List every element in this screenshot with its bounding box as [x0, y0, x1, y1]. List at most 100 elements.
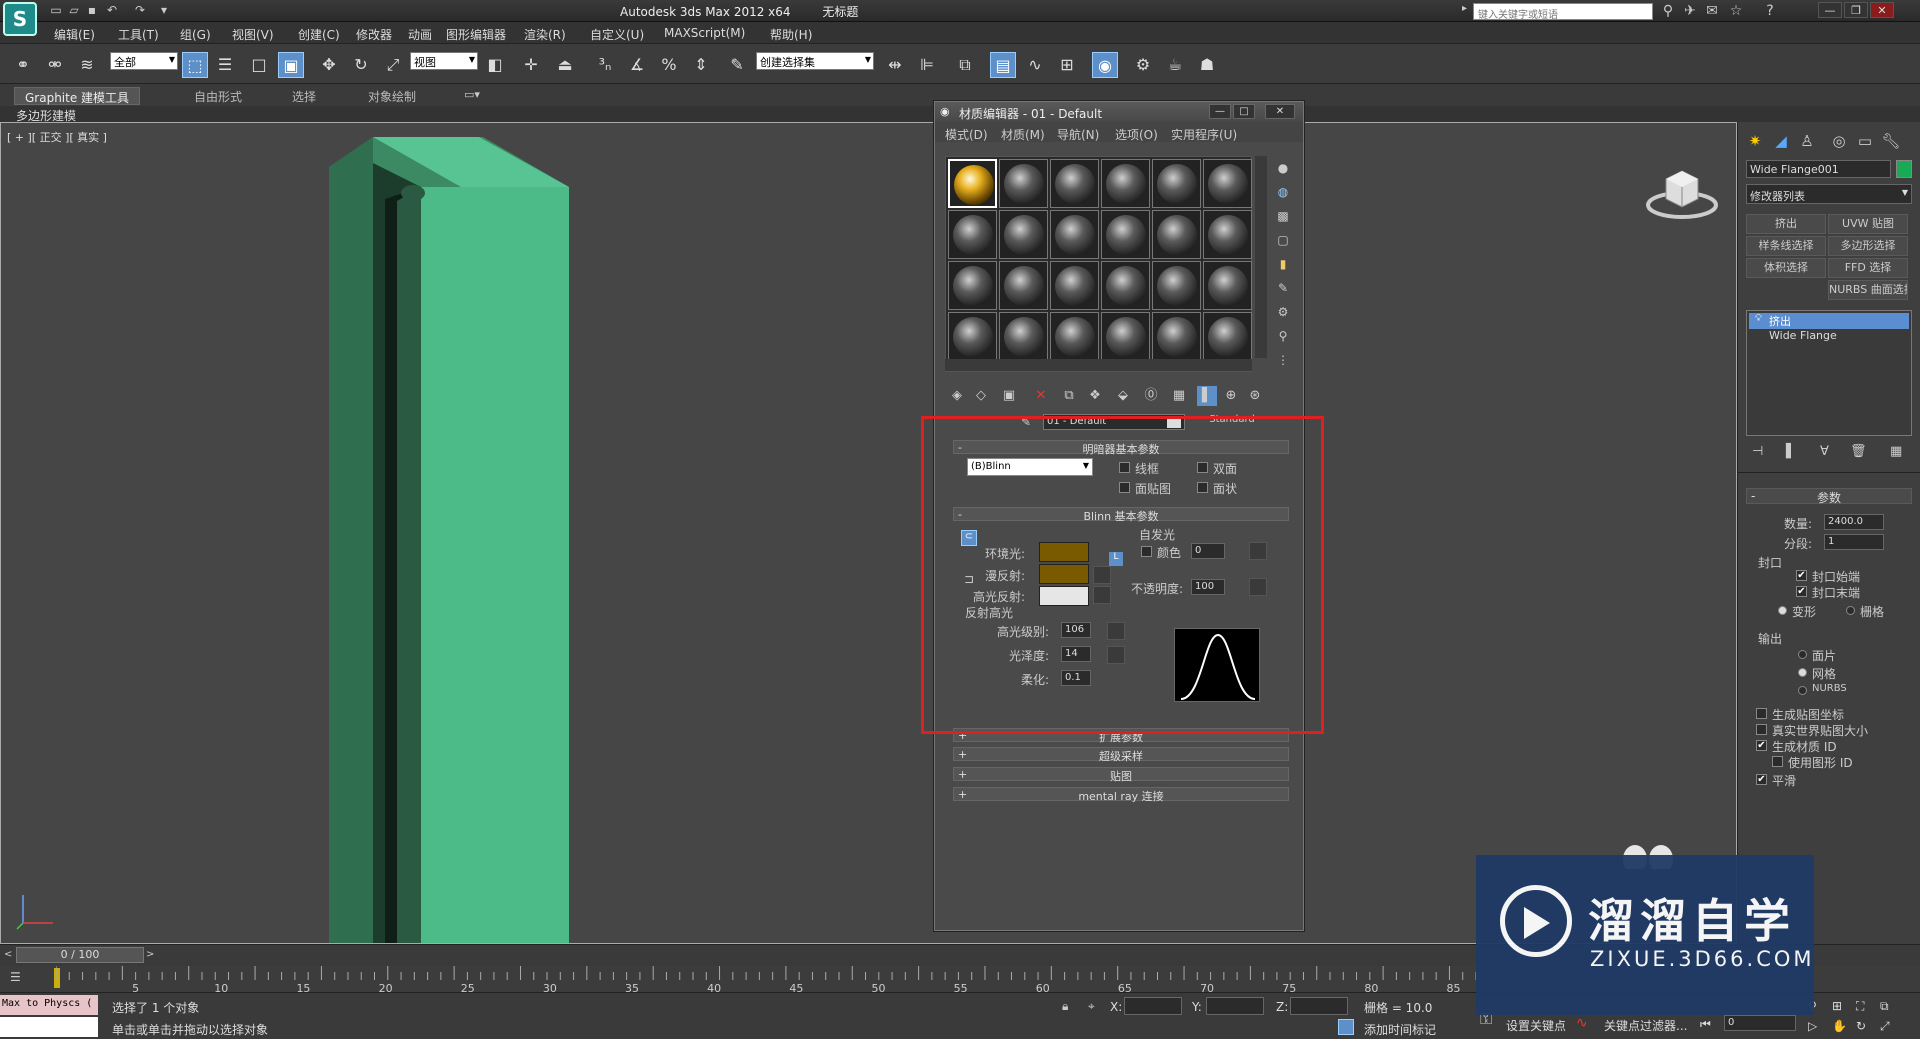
schematic-view-icon[interactable]: ⊞ [1054, 52, 1080, 78]
utilities-tab-icon[interactable]: 🔧︎ [1880, 130, 1902, 152]
modifier-vol-select-button[interactable]: 体积选择 [1746, 258, 1826, 278]
time-prev-icon[interactable]: < [4, 949, 12, 960]
material-sample-slot[interactable] [948, 210, 997, 259]
show-map-icon[interactable]: ▦ [1169, 386, 1189, 406]
zoom-all-icon[interactable]: ⊞ [1832, 999, 1842, 1013]
material-sample-slot[interactable] [1050, 312, 1099, 361]
material-sample-slot[interactable] [1050, 261, 1099, 310]
object-color-swatch[interactable] [1896, 160, 1912, 178]
menu-create[interactable]: 创建(C) [298, 26, 340, 43]
z-coord-field[interactable] [1290, 997, 1348, 1015]
material-id-channel-icon[interactable]: ⓪ [1141, 386, 1161, 406]
unlink-icon[interactable]: ⚮ [42, 52, 68, 78]
material-map-navigator-icon[interactable]: ⋮ [1275, 352, 1291, 368]
modifier-extrude-button[interactable]: 挤出 [1746, 214, 1826, 234]
make-unique-icon[interactable]: ∀ [1820, 444, 1829, 459]
search-input[interactable]: 键入关键字或短语 [1473, 3, 1653, 21]
redo-icon[interactable]: ↷ [132, 3, 148, 18]
rotate-icon[interactable]: ↻ [348, 52, 374, 78]
align-icon[interactable]: ⊫ [914, 52, 940, 78]
material-sample-slot[interactable] [1101, 261, 1150, 310]
modifier-ffd-select-button[interactable]: FFD 选择 [1828, 258, 1908, 278]
scale-icon[interactable]: ⤢ [380, 52, 406, 78]
modifier-list-dropdown[interactable]: 修改器列表 [1746, 184, 1912, 204]
new-icon[interactable]: ▭ [48, 3, 64, 18]
material-sample-slot[interactable] [1050, 210, 1099, 259]
menu-help[interactable]: 帮助(H) [770, 26, 812, 43]
move-icon[interactable]: ✥ [316, 52, 342, 78]
cap-end-checkbox[interactable]: ✔ [1796, 586, 1807, 597]
cap-start-checkbox[interactable]: ✔ [1796, 570, 1807, 581]
time-next-icon[interactable]: > [146, 949, 154, 960]
smooth-checkbox[interactable]: ✔ [1756, 774, 1767, 785]
fov-icon[interactable]: ▷ [1808, 1019, 1817, 1033]
rendered-frame-icon[interactable]: ☕ [1162, 52, 1188, 78]
supersampling-rollout-header[interactable]: + 超级采样 [953, 747, 1289, 763]
menu-tools[interactable]: 工具(T) [118, 26, 159, 43]
keyboard-shortcut-icon[interactable]: ⏏ [552, 52, 578, 78]
mat-minimize-button[interactable]: — [1209, 104, 1231, 119]
uv-tiling-icon[interactable]: ▢ [1275, 232, 1291, 248]
open-icon[interactable]: ▱ [66, 3, 82, 18]
gen-material-id-checkbox[interactable]: ✔ [1756, 740, 1767, 751]
menu-rendering[interactable]: 渲染(R) [524, 26, 566, 43]
material-sample-slot[interactable] [1050, 159, 1099, 208]
material-sample-slot[interactable] [1101, 210, 1150, 259]
zoom-extents-icon[interactable]: ⛶ [1856, 999, 1864, 1014]
reset-map-icon[interactable]: ✕ [1031, 386, 1051, 406]
material-sample-slot[interactable] [948, 312, 997, 361]
modifier-stack[interactable]: 💡︎ 挤出 Wide Flange [1746, 310, 1912, 436]
video-color-check-icon[interactable]: ▮ [1275, 256, 1291, 272]
select-manipulate-icon[interactable]: ✛ [518, 52, 544, 78]
params-rollout-header[interactable]: - 参数 [1746, 488, 1912, 505]
material-editor-icon[interactable]: ◉ [1092, 52, 1118, 78]
make-copy-icon[interactable]: ⧉ [1059, 386, 1079, 406]
tab-selection[interactable]: 选择 [282, 87, 326, 105]
undo-icon[interactable]: ↶ [104, 3, 120, 18]
goto-start-icon[interactable]: ⏮ [1700, 1017, 1711, 1032]
reference-coord-dropdown[interactable]: 视图 [410, 52, 478, 70]
use-shape-id-checkbox[interactable] [1772, 756, 1783, 767]
material-sample-slot[interactable] [1152, 210, 1201, 259]
create-tab-icon[interactable]: ✷ [1744, 130, 1766, 152]
spinner-snap-icon[interactable]: ⇕ [688, 52, 714, 78]
menu-customize[interactable]: 自定义(U) [590, 26, 644, 43]
view-cube[interactable] [1646, 163, 1718, 223]
pin-stack-icon[interactable]: ⊣ [1752, 444, 1763, 459]
y-coord-field[interactable] [1206, 997, 1264, 1015]
slots-vertical-scrollbar[interactable] [1255, 156, 1267, 358]
viewport-front[interactable]: [ + ][ 正交 ][ 真实 ] [0, 122, 1737, 944]
rect-selection-icon[interactable]: □ [246, 52, 272, 78]
close-button[interactable]: ✕ [1870, 2, 1894, 18]
menu-graph-editors[interactable]: 图形编辑器 [446, 26, 506, 43]
bind-space-warp-icon[interactable]: ≋ [74, 52, 100, 78]
render-production-icon[interactable]: ☗ [1194, 52, 1220, 78]
segments-spinner[interactable]: 1 [1824, 534, 1884, 550]
pivot-center-icon[interactable]: ◧ [482, 52, 508, 78]
menu-modifiers[interactable]: 修改器 [356, 26, 392, 43]
modify-tab-icon[interactable]: ◢ [1770, 130, 1792, 152]
pan-icon[interactable]: ✋ [1832, 1019, 1847, 1033]
remove-modifier-icon[interactable]: 🗑︎ [1850, 444, 1867, 459]
menu-views[interactable]: 视图(V) [232, 26, 274, 43]
mat-menu-options[interactable]: 选项(O) [1115, 126, 1158, 143]
backlight-icon[interactable]: ◍ [1275, 184, 1291, 200]
communication-icon[interactable]: ✉ [1702, 2, 1722, 20]
mat-menu-material[interactable]: 材质(M) [1001, 126, 1045, 143]
material-sample-slot[interactable] [1203, 312, 1252, 361]
sample-type-icon[interactable]: ● [1275, 160, 1291, 176]
maxscript-output-field[interactable] [0, 1017, 98, 1037]
material-sample-slot[interactable] [1101, 159, 1150, 208]
menu-group[interactable]: 组(G) [180, 26, 211, 43]
configure-sets-icon[interactable]: ▦ [1890, 444, 1902, 459]
material-sample-slot[interactable] [948, 159, 997, 208]
select-object-icon[interactable]: ⬚ [182, 52, 208, 78]
gen-map-coords-checkbox[interactable] [1756, 708, 1767, 719]
light-bulb-icon[interactable]: 💡︎ [1755, 313, 1762, 324]
select-by-name-icon[interactable]: ☰ [212, 52, 238, 78]
modifier-nurbs-select-button[interactable]: NURBS 曲面选择 [1828, 280, 1908, 300]
app-logo[interactable]: S [3, 2, 37, 36]
menu-edit[interactable]: 编辑(E) [54, 26, 95, 43]
menu-animation[interactable]: 动画 [408, 26, 432, 43]
mesh-radio[interactable] [1798, 668, 1807, 677]
